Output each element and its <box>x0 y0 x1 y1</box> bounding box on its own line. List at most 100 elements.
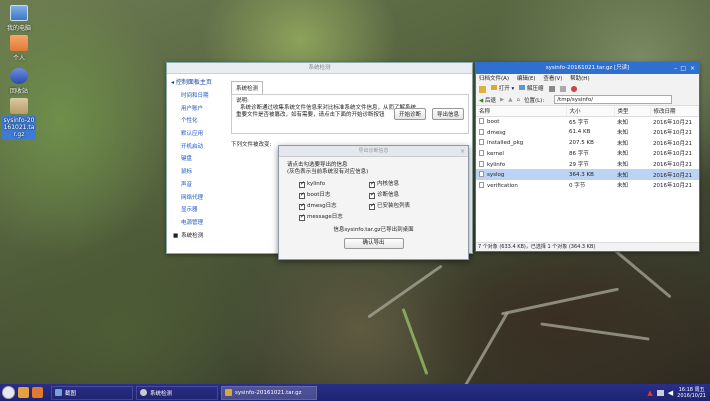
extract-button[interactable]: 解压缩 <box>519 84 544 94</box>
menu-edit[interactable]: 编辑(E) <box>517 76 536 82</box>
home-folder-icon <box>10 35 28 51</box>
menu-help[interactable]: 帮助(H) <box>570 76 589 82</box>
checkbox-checked-icon <box>299 191 305 199</box>
dialog-body: 请点击勾选要导出的信息 (灰色表示当前系统没有对应信息) kylinfo 内核信… <box>279 157 468 254</box>
file-date: 2016年10月21 <box>653 183 692 190</box>
table-row[interactable]: dmesg 61.4 KB 未知 2016年10月21 <box>476 127 699 138</box>
home-icon[interactable]: ⌂ <box>516 97 520 103</box>
table-row[interactable]: verification 0 字节 未知 2016年10月21 <box>476 180 699 191</box>
extract-icon <box>519 85 526 90</box>
back-button[interactable]: ◀ 后退 <box>479 96 496 104</box>
tab-system-check[interactable]: 系统检测 <box>231 81 264 94</box>
desktop-icon-trash[interactable]: 回收站 <box>2 68 36 95</box>
arrow-right-icon[interactable]: ▶ <box>500 97 504 103</box>
task-archive-manager[interactable]: sysinfo-20161021.tar.gz <box>221 385 317 400</box>
sidebar-item-system-check[interactable]: ■ 系统检测 <box>171 231 229 244</box>
task-label: 系统检测 <box>150 390 173 397</box>
maximize-icon[interactable]: □ <box>680 63 686 74</box>
file-date: 2016年10月21 <box>653 130 692 137</box>
table-row[interactable]: boot 65 字节 未知 2016年10月21 <box>476 116 699 127</box>
open-button[interactable]: 打开 ▾ <box>491 84 514 94</box>
column-name[interactable]: 名称 <box>476 106 567 117</box>
file-manager-icon[interactable] <box>18 387 29 398</box>
close-icon[interactable]: × <box>460 146 465 157</box>
clock-date: 2016/10/21 <box>677 392 706 399</box>
desktop-icon-computer[interactable]: 我的电脑 <box>2 5 36 32</box>
table-row[interactable]: kylinfo 29 字节 未知 2016年10月21 <box>476 159 699 170</box>
sidebar-item-default-apps[interactable]: 默认应用 <box>171 129 229 142</box>
sidebar-item-keyboard[interactable]: 键盘 <box>171 154 229 167</box>
window-title: 系统检测 <box>167 63 472 74</box>
table-row[interactable]: installed_pkg 207.5 KB 未知 2016年10月21 <box>476 137 699 148</box>
checkbox-label: dmesg日志 <box>307 203 337 209</box>
checkbox-dmesg-log[interactable]: dmesg日志 <box>299 202 369 210</box>
volume-icon[interactable]: ◀ <box>668 389 673 397</box>
column-size[interactable]: 大小 <box>566 106 615 117</box>
confirm-export-button[interactable]: 确认导出 <box>343 238 404 249</box>
file-name: syslog <box>487 172 505 179</box>
clock[interactable]: 16:18 周五 2016/10/21 <box>677 387 706 399</box>
close-icon[interactable]: × <box>690 63 695 74</box>
alert-icon[interactable]: ▲ <box>647 389 652 397</box>
desktop-icon-home[interactable]: 个人 <box>2 35 36 62</box>
start-menu-icon[interactable] <box>2 386 15 399</box>
checkbox-label: 已安装包列表 <box>377 203 411 209</box>
checkbox-kylinfo[interactable]: kylinfo <box>299 180 369 188</box>
task-screenshot[interactable]: 截图 <box>51 385 133 400</box>
control-panel-main: 系统检测 说明: 系统诊断通过收集系统文件信息来对比标准系统文件信息，从而了解系… <box>231 81 469 148</box>
sidebar-item-mouse[interactable]: 鼠标 <box>171 167 229 180</box>
location-input[interactable]: /tmp/sysinfo/ <box>554 95 673 104</box>
delete-icon[interactable] <box>570 86 577 92</box>
minimize-icon[interactable]: – <box>674 63 677 74</box>
file-icon <box>479 149 484 156</box>
network-icon[interactable] <box>656 389 664 396</box>
checkbox-checked-icon <box>369 202 375 210</box>
sidebar-item-datetime[interactable]: 时间和日期 <box>171 91 229 104</box>
sidebar-item-display[interactable]: 显示器 <box>171 205 229 218</box>
export-status-text: 信息sysinfo.tar.gz已导出到桌面 <box>333 227 414 233</box>
task-system-check[interactable]: 系统检测 <box>136 385 218 400</box>
file-date: 2016年10月21 <box>653 151 692 158</box>
export-info-button[interactable]: 导出信息 <box>431 108 464 120</box>
sidebar-item-sound[interactable]: 声音 <box>171 180 229 193</box>
table-row-selected[interactable]: syslog 364.3 KB 未知 2016年10月21 <box>476 169 699 181</box>
description-label: 说明: <box>236 98 249 104</box>
menu-bar: 归档文件(A) 编辑(E) 查看(V) 帮助(H) <box>476 74 699 84</box>
new-archive-icon[interactable] <box>479 85 486 93</box>
file-date: 2016年10月21 <box>653 162 692 169</box>
toolbar: 打开 ▾ 解压缩 <box>476 84 699 94</box>
archive-manager-window: sysinfo-20161021.tar.gz [只读] – □ × 归档文件(… <box>475 62 700 252</box>
archive-icon <box>225 389 232 396</box>
location-label: 位置(L): <box>523 97 545 104</box>
column-type[interactable]: 类型 <box>614 106 651 117</box>
action-buttons: 开始诊断 导出信息 <box>390 108 464 120</box>
file-size: 65 字节 <box>569 119 589 126</box>
file-type: 未知 <box>617 130 629 137</box>
column-date[interactable]: 修改日期 <box>650 106 699 117</box>
checkbox-boot-log[interactable]: boot日志 <box>299 191 369 199</box>
sidebar-item-proxy[interactable]: 网络代理 <box>171 193 229 206</box>
sidebar-item-accounts[interactable]: 用户账户 <box>171 104 229 117</box>
dialog-prompt: 请点击勾选要导出的信息 <box>287 162 348 168</box>
checkbox-diagnosis-info[interactable]: 诊断信息 <box>369 191 429 199</box>
arrow-up-icon[interactable]: ▲ <box>508 97 512 103</box>
back-to-control-panel-link[interactable]: ◂ 控制面板主页 <box>171 77 229 86</box>
start-diagnosis-button[interactable]: 开始诊断 <box>394 108 427 120</box>
add-files-icon[interactable] <box>548 86 555 92</box>
file-date: 2016年10月21 <box>653 140 692 147</box>
checkbox-message-log[interactable]: message日志 <box>299 213 369 221</box>
menu-view[interactable]: 查看(V) <box>543 76 562 82</box>
menu-archive[interactable]: 归档文件(A) <box>479 76 509 82</box>
sidebar-item-power[interactable]: 电源管理 <box>171 218 229 231</box>
file-type: 未知 <box>614 169 650 181</box>
desktop-icon-archive[interactable]: sysinfo-20161021.tar.gz <box>2 98 36 139</box>
add-folder-icon[interactable] <box>559 86 566 92</box>
checkbox-installed-packages[interactable]: 已安装包列表 <box>369 202 429 210</box>
sidebar-item-startup[interactable]: 开机启动 <box>171 142 229 155</box>
sidebar-item-personalize[interactable]: 个性化 <box>171 116 229 129</box>
file-size: 0 字节 <box>569 183 586 190</box>
table-row[interactable]: kernel 86 字节 未知 2016年10月21 <box>476 148 699 159</box>
browser-icon[interactable] <box>32 387 43 398</box>
file-size: 61.4 KB <box>569 129 591 136</box>
checkbox-kernel-info[interactable]: 内核信息 <box>369 180 429 188</box>
